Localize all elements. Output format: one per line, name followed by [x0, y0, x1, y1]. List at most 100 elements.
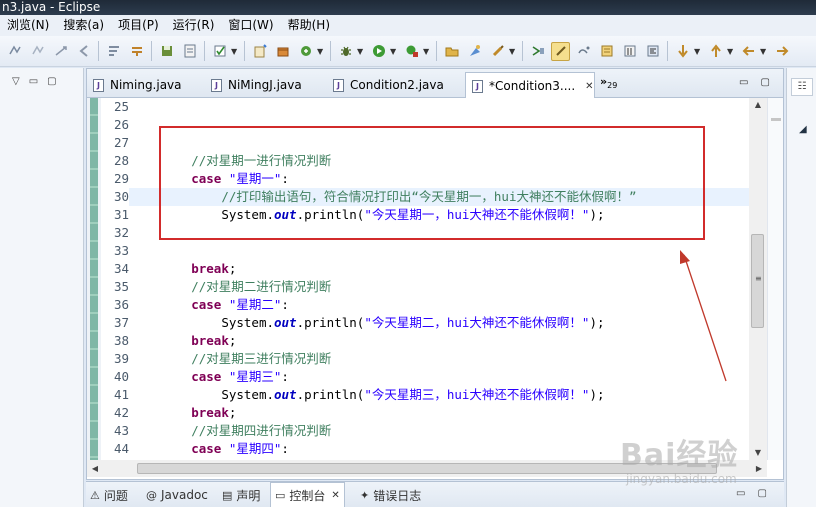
new-package-icon[interactable]: [273, 42, 292, 61]
format-icon[interactable]: [643, 42, 662, 61]
paragraph-icon[interactable]: [620, 42, 639, 61]
menu-item[interactable]: 窗口(W): [221, 15, 280, 36]
run-icon[interactable]: [369, 42, 388, 61]
word-wrap-icon[interactable]: [104, 42, 123, 61]
new-java-project-icon[interactable]: [250, 42, 269, 61]
menu-item[interactable]: 项目(P): [111, 15, 166, 36]
dropdown-arrow-icon[interactable]: ▼: [727, 47, 735, 56]
code-comment: //对星期二进行情况判断: [191, 279, 332, 294]
maximize-icon[interactable]: ▢: [760, 77, 769, 88]
dropdown-arrow-icon[interactable]: ▼: [509, 47, 517, 56]
prev-edit-icon[interactable]: [706, 42, 725, 61]
code-line[interactable]: //对星期二进行情况判断: [131, 278, 331, 296]
checkbox-task-icon[interactable]: [210, 42, 229, 61]
dropdown-arrow-icon[interactable]: ▼: [317, 47, 325, 56]
dropdown-arrow-icon[interactable]: ▼: [357, 47, 365, 56]
code-line[interactable]: case "星期三":: [131, 368, 289, 386]
tab-declaration[interactable]: ▤ 声明: [222, 482, 260, 507]
close-icon[interactable]: ✕: [585, 81, 593, 92]
editor-tab[interactable]: J Condition2.java: [327, 72, 463, 98]
view-menu-icon[interactable]: ▽: [12, 76, 20, 87]
tab-label: 声明: [236, 488, 261, 503]
dropdown-arrow-icon[interactable]: ▼: [423, 47, 431, 56]
error-log-icon: ✦: [360, 488, 370, 502]
annotation-red-box: [159, 126, 705, 240]
tab-error-log[interactable]: ✦ 错误日志: [360, 482, 421, 507]
next-annotation-icon[interactable]: [5, 42, 24, 61]
minimize-icon[interactable]: ▭: [29, 76, 38, 87]
block-selection-icon[interactable]: [597, 42, 616, 61]
line-number: 28: [113, 153, 129, 168]
code-line[interactable]: //对星期四进行情况判断: [131, 422, 331, 440]
code-identifier: System.: [221, 315, 274, 330]
menu-item[interactable]: 运行(R): [166, 15, 222, 36]
forward-history-icon[interactable]: [772, 42, 791, 61]
code-line[interactable]: System.out.println("今天星期三，hui大神还不能休假啊！")…: [131, 386, 604, 404]
save-icon[interactable]: [157, 42, 176, 61]
task-list-icon[interactable]: [180, 42, 199, 61]
scroll-left-icon[interactable]: ◀: [87, 460, 103, 477]
code-string: "星期三": [228, 369, 282, 384]
next-edit-icon[interactable]: [673, 42, 692, 61]
code-editor[interactable]: 25 26 27 28 29 30 31 32 33 34 35 36 37 38 39 40 41 42 43 44…: [87, 98, 783, 460]
prev-annotation-icon[interactable]: [28, 42, 47, 61]
editor-tab-label: NiMingJ.java: [228, 78, 302, 92]
menu-item[interactable]: 搜索(a): [56, 15, 111, 36]
scrollbar-thumb[interactable]: ≡: [751, 234, 764, 328]
editor-tab[interactable]: J Niming.java: [87, 72, 205, 98]
line-number: 43: [113, 423, 129, 438]
last-edit-icon[interactable]: [51, 42, 70, 61]
open-type-icon[interactable]: [442, 42, 461, 61]
debug-icon[interactable]: [336, 42, 355, 61]
editor-tab[interactable]: J NiMingJ.java: [205, 72, 327, 98]
tree-expand-icon[interactable]: ◢: [799, 124, 807, 135]
vertical-scrollbar[interactable]: ▲ ≡ ▼: [749, 98, 767, 460]
tab-overflow-button[interactable]: »29: [600, 75, 617, 90]
minimize-icon[interactable]: ▭: [739, 77, 748, 88]
dropdown-arrow-icon[interactable]: ▼: [694, 47, 702, 56]
change-ruler-marks: [90, 98, 98, 460]
back-history-icon[interactable]: [739, 42, 758, 61]
code-line[interactable]: System.out.println("今天星期二，hui大神还不能休假啊！")…: [131, 314, 604, 332]
outline-tab[interactable]: ☷: [791, 78, 813, 96]
code-line[interactable]: //对星期三进行情况判断: [131, 350, 331, 368]
tab-label: 控制台: [289, 489, 326, 503]
menu-item[interactable]: 浏览(N): [0, 15, 56, 36]
back-icon[interactable]: [74, 42, 93, 61]
search-icon[interactable]: [488, 42, 507, 61]
tab-javadoc[interactable]: @ Javadoc: [146, 482, 208, 507]
code-punct: ;: [228, 405, 237, 420]
code-line[interactable]: break;: [131, 260, 236, 278]
scroll-up-icon[interactable]: ▲: [749, 98, 767, 112]
mark-occurrences-icon[interactable]: [551, 41, 570, 61]
tab-console[interactable]: ▭ 控制台 ✕: [270, 482, 345, 507]
code-line[interactable]: case "星期四":: [131, 440, 289, 458]
build-icon[interactable]: [127, 42, 146, 61]
line-number: 40: [113, 369, 129, 384]
close-icon[interactable]: ✕: [331, 490, 339, 501]
toggle-breadcrumb-icon[interactable]: [528, 42, 547, 61]
dropdown-arrow-icon[interactable]: ▼: [760, 47, 768, 56]
code-line[interactable]: break;: [131, 404, 236, 422]
menu-item[interactable]: 帮助(H): [281, 15, 337, 36]
tab-problems[interactable]: ⚠ 问题: [90, 482, 128, 507]
dropdown-arrow-icon[interactable]: ▼: [390, 47, 398, 56]
java-file-icon: J: [333, 78, 344, 92]
code-line[interactable]: case "星期二":: [131, 296, 289, 314]
line-number: 44: [113, 441, 129, 456]
editor-tab-active[interactable]: J *Condition3.... ✕: [465, 72, 595, 99]
new-class-icon[interactable]: [296, 42, 315, 61]
code-line[interactable]: break;: [131, 332, 236, 350]
problems-icon: ⚠: [90, 488, 100, 502]
menu-bar: 浏览(N) 搜索(a) 项目(P) 运行(R) 窗口(W) 帮助(H): [0, 15, 816, 36]
dropdown-arrow-icon[interactable]: ▼: [231, 47, 239, 56]
line-number: 39: [113, 351, 129, 366]
maximize-icon[interactable]: ▢: [47, 76, 56, 87]
console-icon: ▭: [275, 489, 286, 502]
show-whitespace-icon[interactable]: [574, 42, 593, 61]
run-external-icon[interactable]: [402, 42, 421, 61]
open-resource-icon[interactable]: [465, 42, 484, 61]
outline-icon: ☷: [797, 81, 807, 92]
